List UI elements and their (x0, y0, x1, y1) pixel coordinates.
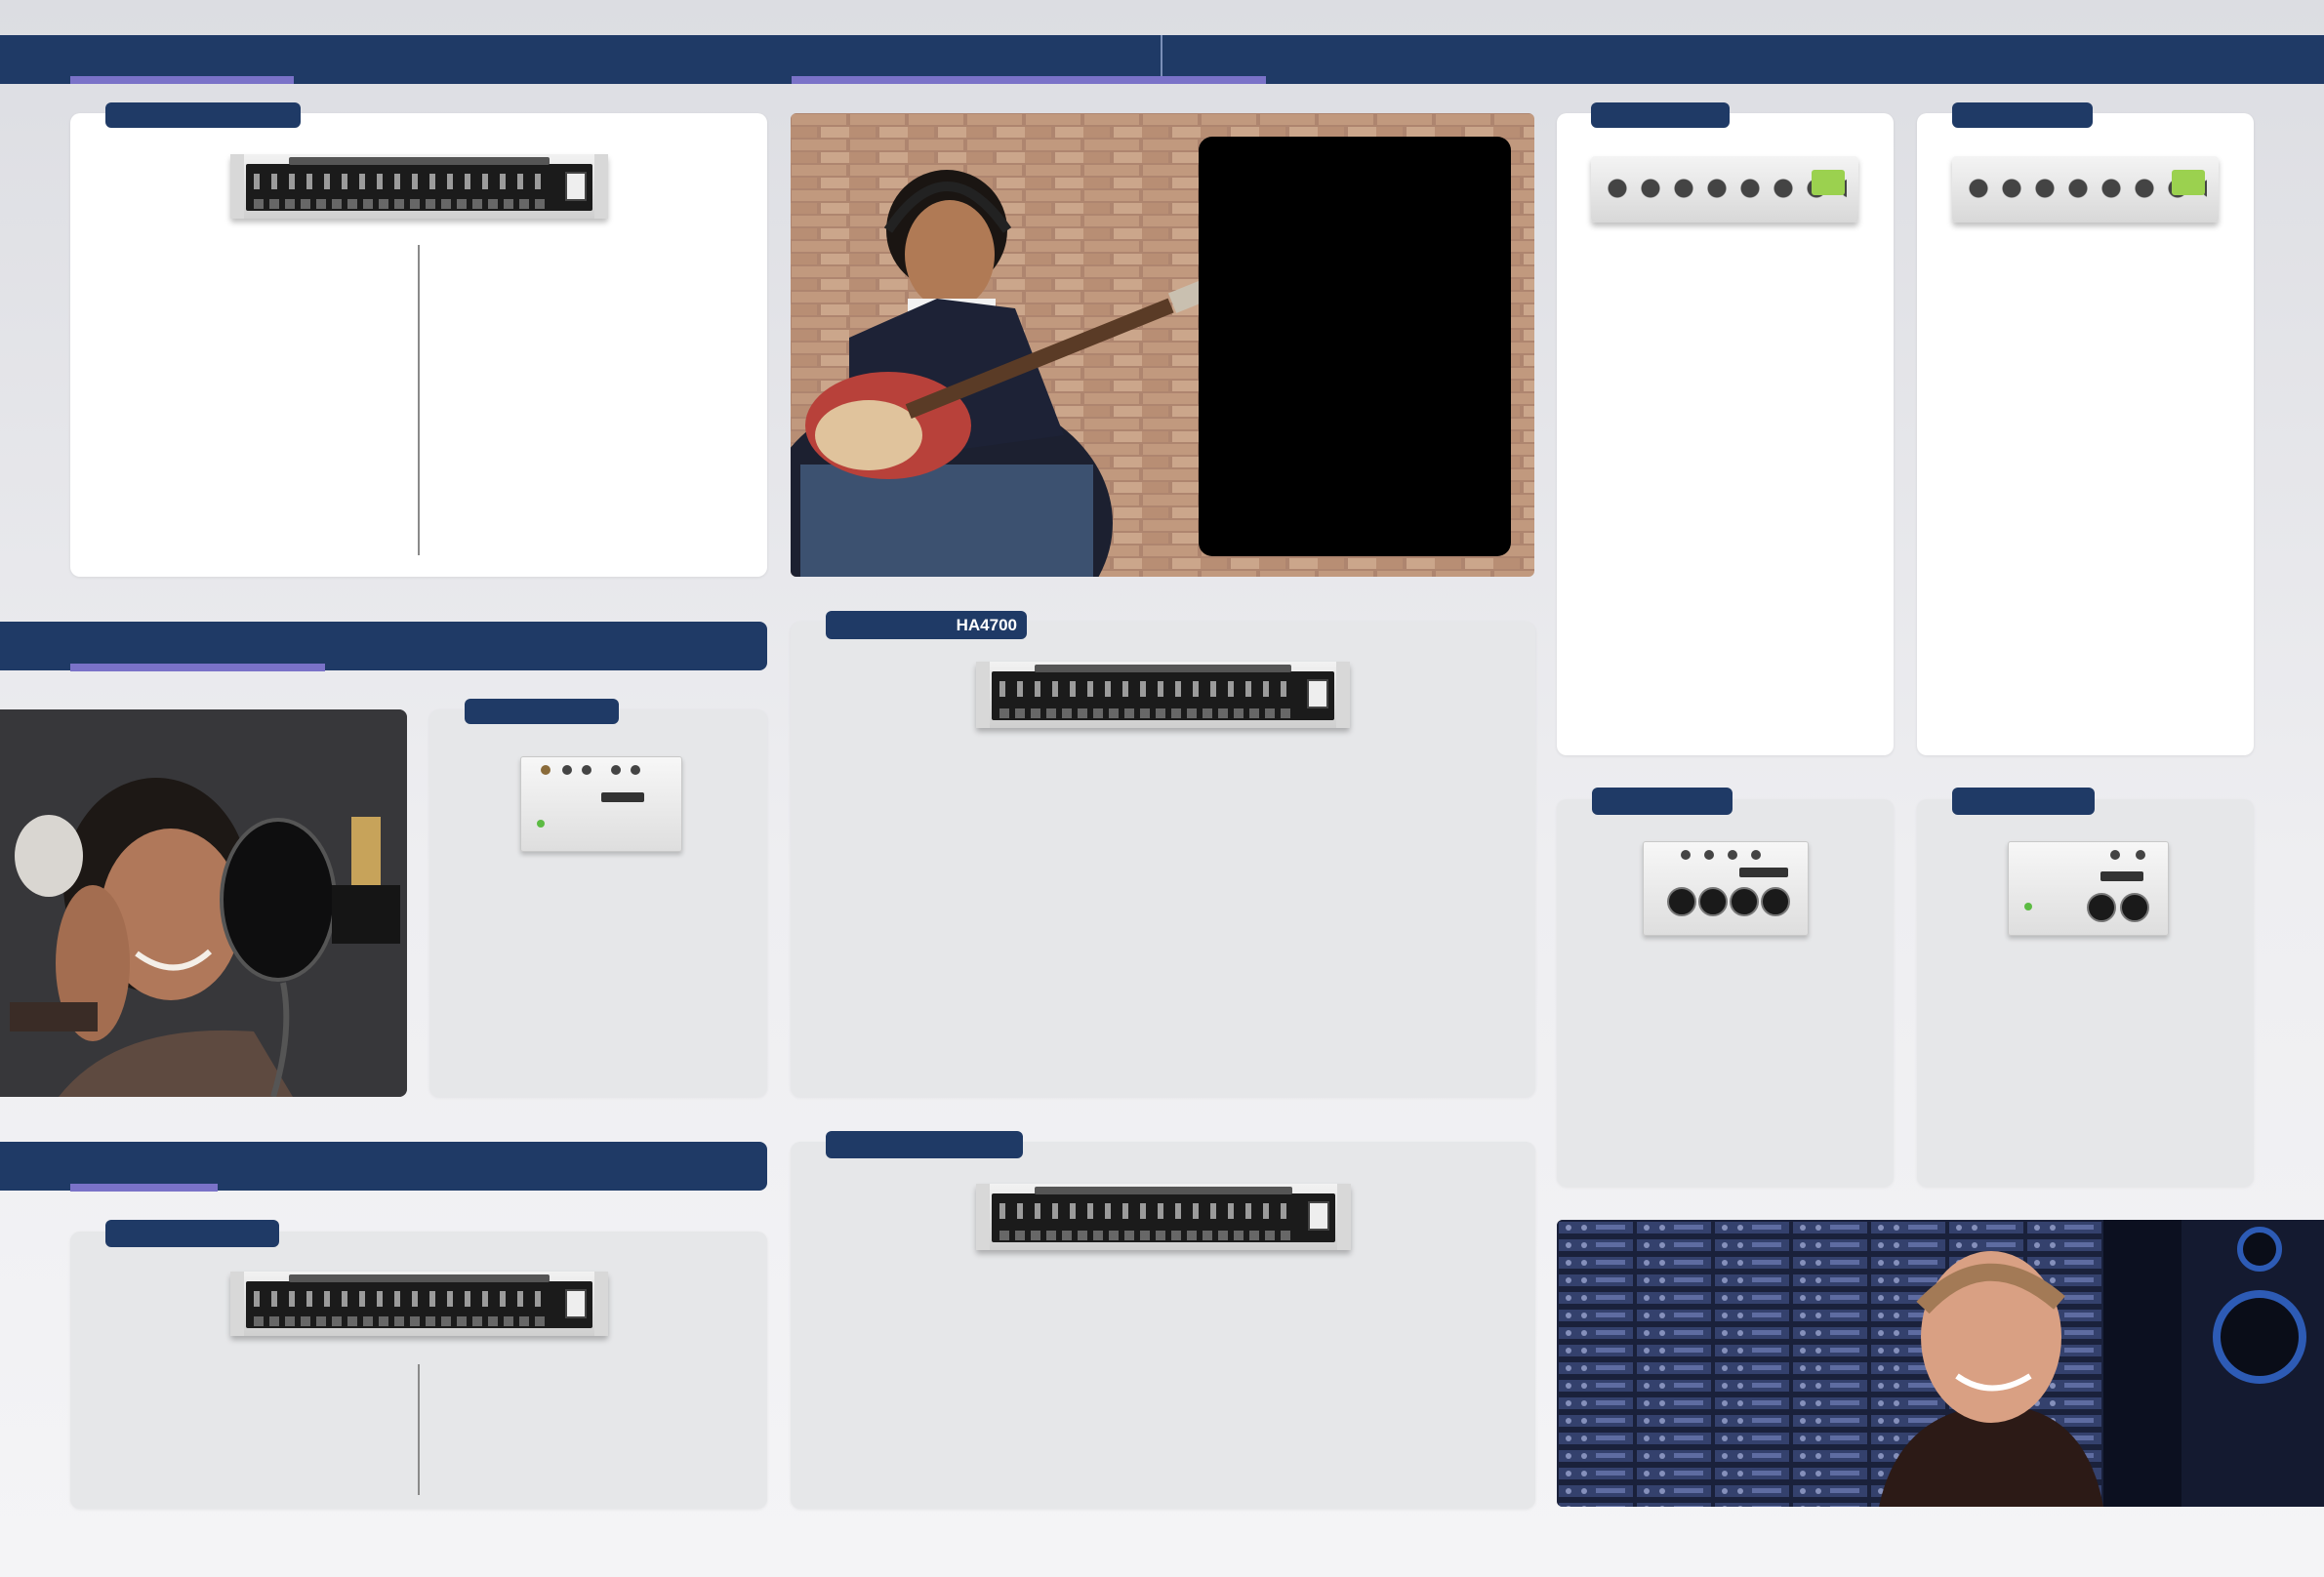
powerplay8-device-image (976, 1184, 1351, 1250)
mini-amp-device-image (1952, 156, 2219, 222)
header-separator (1161, 35, 1162, 76)
section-band-dynamics-accent (70, 1184, 218, 1192)
guitarist-photo-textbox (1199, 137, 1511, 556)
section-band-headphone-accent (70, 664, 325, 671)
ma400-tag (1591, 102, 1730, 128)
header-accent-right (792, 76, 1266, 84)
ultramatch-column-divider (418, 245, 420, 555)
studio-engineer-photo (1557, 1220, 2324, 1507)
ma400-device-image (1591, 156, 1858, 222)
multigate-device-image (230, 1272, 608, 1336)
pp400-device-image (520, 756, 682, 852)
ha4700-tag: HA4700 (826, 611, 1027, 639)
pp400-tag (465, 699, 619, 724)
header-accent-left (70, 76, 294, 84)
ultramatch-device-image (230, 154, 608, 219)
ma400-mini-device-image (2008, 841, 2169, 936)
ha4700-tag-label: HA4700 (956, 615, 1017, 634)
ha4700-device-image (976, 662, 1350, 728)
ma400-mini-tag (1952, 788, 2095, 815)
singer-photo (0, 709, 407, 1097)
mini-amp-tag (1952, 102, 2093, 128)
multigate-tag (105, 1220, 279, 1247)
multigate-column-divider (418, 1364, 420, 1495)
ha400-tag (1592, 788, 1733, 815)
ha400-device-image (1643, 841, 1809, 936)
ultramatch-tag (105, 102, 301, 128)
powerplay8-tag (826, 1131, 1023, 1158)
